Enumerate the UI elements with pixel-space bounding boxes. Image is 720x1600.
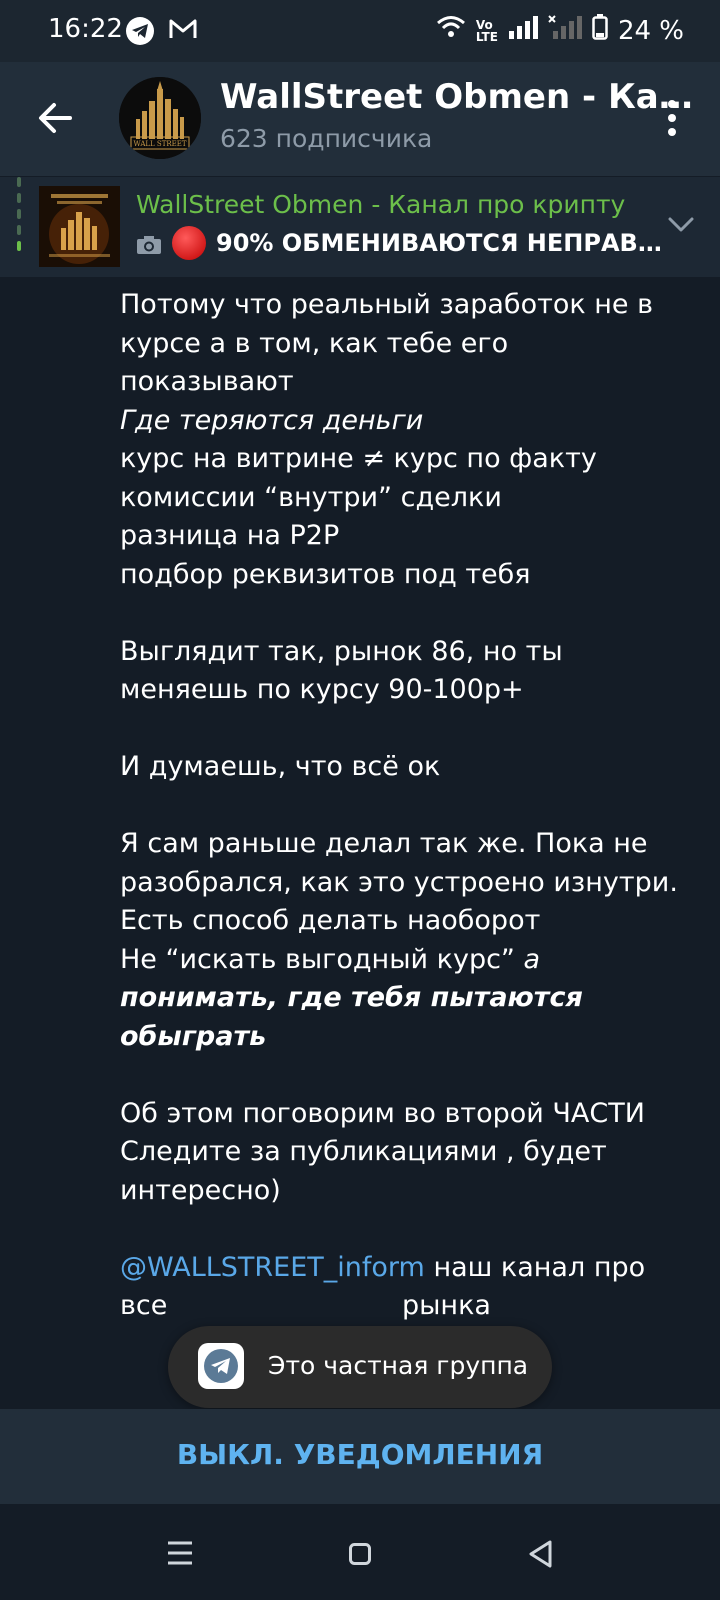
back-arrow-icon[interactable]	[36, 98, 76, 138]
wifi-icon	[436, 15, 466, 46]
message-line: Не “искать выгодный курс” а	[120, 941, 680, 980]
chat-header: WALL STREET WallStreet Obmen - Ка… 623 п…	[0, 62, 720, 176]
toast-text: Это частная группа	[268, 1351, 529, 1380]
volte-icon: Vo LTE	[475, 17, 498, 44]
pinned-title: WallStreet Obmen - Канал про крипту	[136, 190, 626, 219]
status-bar: 16:22 Vo LTE 24 %	[0, 0, 720, 62]
recent-apps-icon[interactable]	[168, 1540, 192, 1570]
more-menu-icon[interactable]	[662, 98, 682, 138]
pinned-thumbnail	[39, 186, 120, 267]
channel-avatar[interactable]: WALL STREET	[119, 77, 201, 159]
message-paragraph: И думаешь, что всё ок	[120, 751, 441, 782]
message-line: Следите за публикациями , будет интересн…	[120, 1136, 616, 1206]
status-time: 16:22	[48, 14, 123, 44]
system-nav-bar	[0, 1504, 720, 1600]
signal-icon	[508, 15, 538, 46]
message-line: подбор реквизитов под тебя	[120, 558, 531, 590]
telegram-icon	[126, 17, 154, 45]
message-line: @WALLSTREET_inform наш канал про все рын…	[120, 1249, 680, 1326]
home-icon[interactable]	[349, 1543, 371, 1569]
pinned-text: 90% ОБМЕНИВАЮТСЯ НЕПРАВ…	[216, 229, 662, 257]
mute-notifications-button[interactable]: ВЫКЛ. УВЕДОМЛЕНИЯ	[0, 1438, 720, 1471]
message-heading: Где теряются деньги	[120, 404, 424, 436]
message-line: комиссии “внутри” сделки	[120, 481, 502, 513]
subscriber-count: 623 подписчика	[220, 124, 433, 153]
message-line: Об этом поговорим во второй ЧАСТИ	[120, 1097, 645, 1129]
channel-link[interactable]: @WALLSTREET_inform	[120, 1252, 425, 1283]
message-paragraph: Потому что реальный заработок не в курсе…	[120, 289, 662, 397]
message-paragraph: Выглядит так, рынок 86, но ты меняешь по…	[120, 635, 572, 706]
pinned-indicator	[17, 177, 21, 267]
bottom-action-bar: ВЫКЛ. УВЕДОМЛЕНИЯ	[0, 1409, 720, 1504]
message-tail-end: рынка	[401, 1290, 491, 1321]
message-quote: Не “искать выгодный курс”	[120, 943, 515, 975]
battery-percent: 24 %	[617, 15, 684, 46]
svg-text:WALL STREET: WALL STREET	[133, 140, 186, 148]
message-emphasis: понимать, где тебя пытаются обыграть	[120, 982, 593, 1052]
back-triangle-icon[interactable]	[528, 1540, 552, 1572]
message-line: разница на P2P	[120, 520, 340, 551]
message-conjunction: а	[514, 943, 541, 975]
pinned-message-bar[interactable]: WallStreet Obmen - Канал про крипту 90% …	[0, 177, 720, 277]
status-right-icons: Vo LTE 24 %	[436, 14, 684, 47]
red-circle-icon	[172, 226, 206, 260]
chevron-down-icon[interactable]	[668, 217, 694, 237]
message-line: Есть способ делать наоборот	[120, 905, 541, 936]
message-paragraph: Я сам раньше делал так же. Пока не разоб…	[120, 828, 678, 898]
no-signal-icon	[548, 15, 582, 46]
camera-icon	[136, 233, 162, 254]
message-line: курс на витрине ≠ курс по факту	[120, 443, 597, 474]
battery-icon	[592, 14, 608, 47]
telegram-logo-icon	[198, 1343, 244, 1389]
channel-title[interactable]: WallStreet Obmen - Ка…	[220, 77, 693, 117]
message-text: Потому что реальный заработок не в курсе…	[120, 286, 680, 1326]
toast: Это частная группа	[168, 1326, 552, 1408]
pinned-text-row: 90% ОБМЕНИВАЮТСЯ НЕПРАВ…	[136, 226, 662, 260]
gmail-icon	[168, 16, 198, 46]
